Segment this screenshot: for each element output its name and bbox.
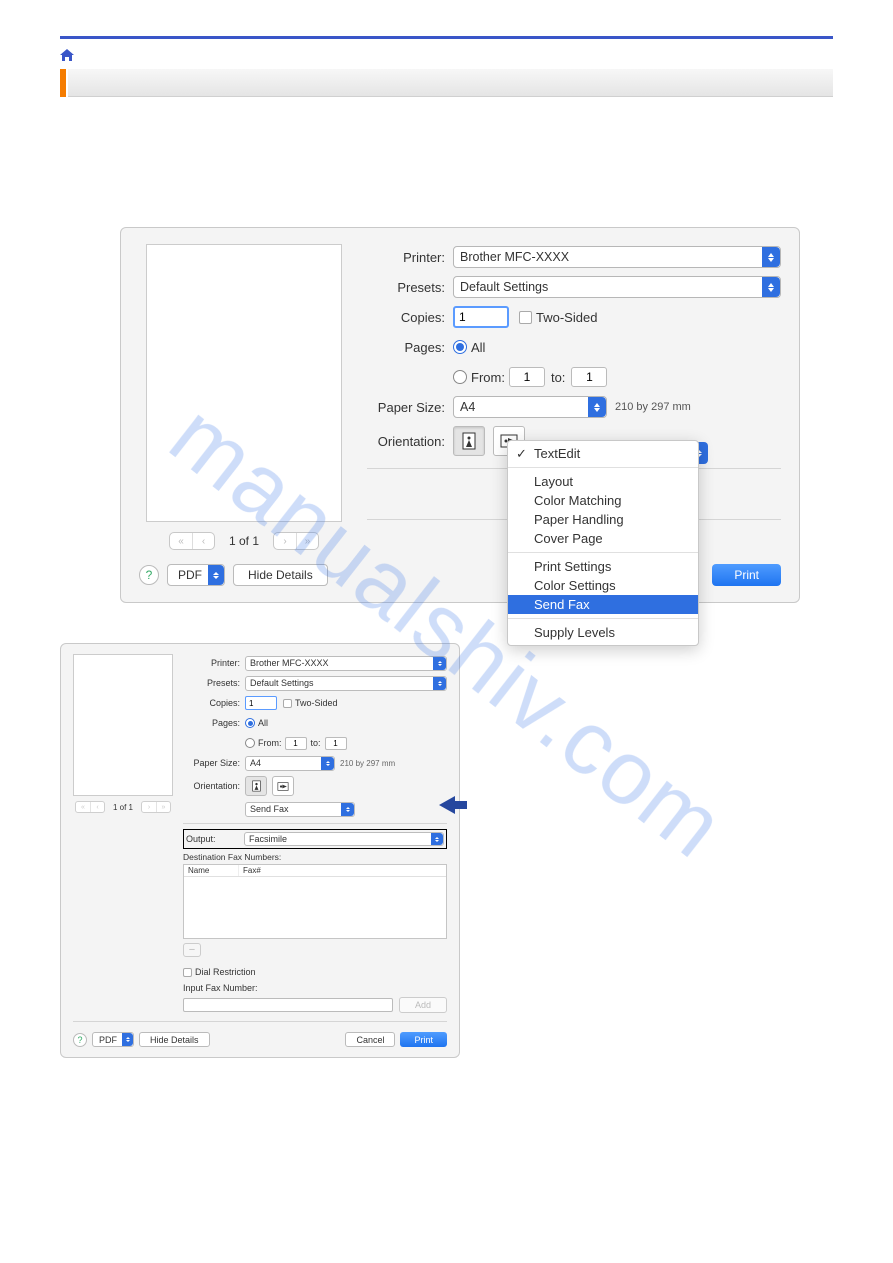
pager-prev-group[interactable]: «‹ [169,532,215,550]
destination-fax-label: Destination Fax Numbers: [183,852,447,862]
hide-details-button-small[interactable]: Hide Details [139,1032,210,1047]
hide-details-button[interactable]: Hide Details [233,564,328,586]
help-button[interactable]: ? [139,565,159,585]
pages-label: Pages: [367,340,453,355]
top-blue-rule [60,36,833,39]
dial-restriction-checkbox[interactable] [183,968,192,977]
copies-label-small: Copies: [183,698,245,708]
add-fax-button[interactable]: Add [399,997,447,1013]
copies-label: Copies: [367,310,453,325]
paper-size-select-small[interactable]: A4 [245,756,335,771]
print-dialog-large: «‹ 1 of 1 ›» Printer: Brother MFC-XXXX P… [120,227,800,603]
dial-restriction-label: Dial Restriction [195,967,256,977]
presets-label: Presets: [367,280,453,295]
pages-all-label: All [471,340,485,355]
two-sided-checkbox[interactable] [519,311,532,324]
printer-select-small[interactable]: Brother MFC-XXXX [245,656,447,671]
printer-select[interactable]: Brother MFC-XXXX [453,246,781,268]
pages-to-label-small: to: [311,738,321,748]
print-button[interactable]: Print [712,564,781,586]
section-popup-menu: TextEdit Layout Color Matching Paper Han… [507,440,699,646]
col-fax-header: Fax# [239,865,265,876]
popup-item-layout[interactable]: Layout [508,472,698,491]
pages-to-label: to: [551,370,565,385]
pager-count-label-small: 1 of 1 [113,803,133,812]
pages-from-radio-small[interactable] [245,738,255,748]
pages-all-label-small: All [258,718,268,728]
help-button-small[interactable]: ? [73,1033,87,1047]
col-name-header: Name [184,865,239,876]
orientation-label-small: Orientation: [183,781,245,791]
popup-item-send-fax[interactable]: Send Fax [508,595,698,614]
input-fax-label: Input Fax Number: [183,983,447,993]
pages-from-label: From: [471,370,505,385]
popup-item-color-settings[interactable]: Color Settings [508,576,698,595]
popup-item-textedit[interactable]: TextEdit [508,444,698,463]
paper-size-label: Paper Size: [367,400,453,415]
orientation-portrait-button[interactable] [453,426,485,456]
pdf-menu-button[interactable]: PDF [167,564,225,586]
output-select[interactable]: Facsimile [244,832,444,846]
two-sided-label: Two-Sided [536,310,597,325]
section-select-small[interactable]: Send Fax [245,802,355,817]
two-sided-label-small: Two-Sided [295,698,338,708]
popup-item-cover-page[interactable]: Cover Page [508,529,698,548]
paper-size-label-small: Paper Size: [183,758,245,768]
popup-item-print-settings[interactable]: Print Settings [508,557,698,576]
printer-label: Printer: [367,250,453,265]
remove-destination-button[interactable]: − [183,943,201,957]
pager-count-label: 1 of 1 [229,534,259,548]
presets-label-small: Presets: [183,678,245,688]
pages-from-input-small[interactable] [285,737,307,750]
pages-from-input[interactable] [509,367,545,387]
section-heading-bar [60,69,833,97]
pages-all-radio-small[interactable] [245,718,255,728]
print-button-small[interactable]: Print [400,1032,447,1047]
callout-arrow-icon [439,796,467,814]
pages-label-small: Pages: [183,718,245,728]
orientation-label: Orientation: [367,434,453,449]
pages-from-label-small: From: [258,738,282,748]
copies-input[interactable] [453,306,509,328]
pager-next-group[interactable]: ›» [273,532,319,550]
cancel-button-small[interactable]: Cancel [345,1032,395,1047]
home-icon[interactable] [60,49,74,61]
destination-fax-table[interactable]: Name Fax# [183,864,447,939]
pages-to-input[interactable] [571,367,607,387]
print-preview-page-small [73,654,173,796]
popup-item-color-matching[interactable]: Color Matching [508,491,698,510]
two-sided-checkbox-small[interactable] [283,699,292,708]
orientation-portrait-button-small[interactable] [245,776,267,796]
pager-next-group-small[interactable]: ›» [141,801,171,813]
output-highlight-frame: Output: Facsimile [183,829,447,849]
printer-label-small: Printer: [183,658,245,668]
output-label: Output: [186,834,238,844]
pages-to-input-small[interactable] [325,737,347,750]
paper-size-dimensions-small: 210 by 297 mm [340,759,395,768]
popup-item-paper-handling[interactable]: Paper Handling [508,510,698,529]
pdf-menu-button-small[interactable]: PDF [92,1032,134,1047]
pages-from-radio[interactable] [453,370,467,384]
orientation-landscape-button-small[interactable] [272,776,294,796]
paper-size-dimensions: 210 by 297 mm [615,401,691,413]
input-fax-number-field[interactable] [183,998,393,1012]
print-dialog-sendfax: «‹ 1 of 1 ›» Printer: Brother MFC-XXXX P… [60,643,460,1058]
print-preview-page [146,244,342,522]
copies-input-small[interactable] [245,696,277,710]
pages-all-radio[interactable] [453,340,467,354]
presets-select-small[interactable]: Default Settings [245,676,447,691]
pager-prev-group-small[interactable]: «‹ [75,801,105,813]
popup-item-supply-levels[interactable]: Supply Levels [508,623,698,642]
paper-size-select[interactable]: A4 [453,396,607,418]
presets-select[interactable]: Default Settings [453,276,781,298]
